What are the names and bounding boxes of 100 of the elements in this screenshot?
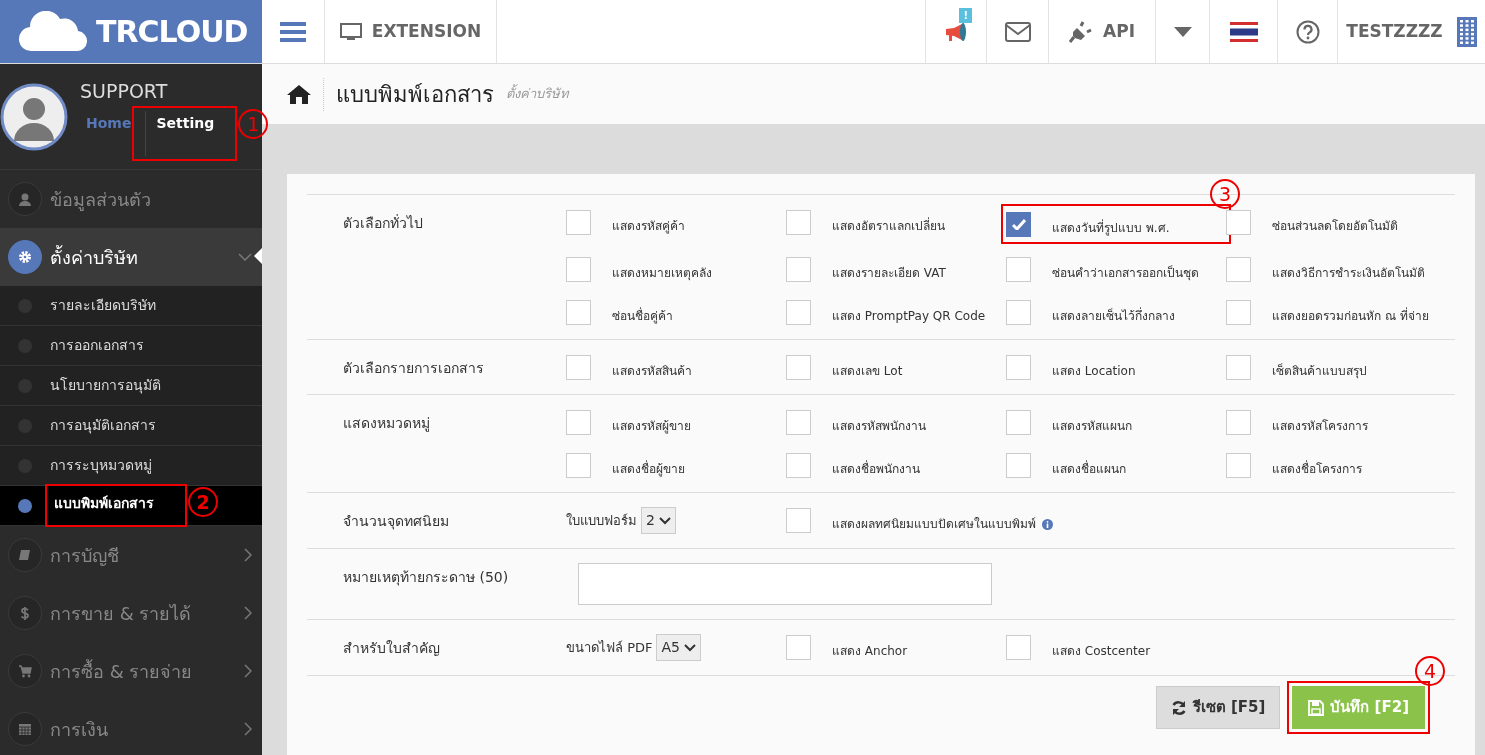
checkbox[interactable] <box>566 299 591 325</box>
checkbox-label: แสดงรายละเอียด VAT <box>832 265 946 282</box>
checkbox-label: แสดงชื่อแผนก <box>1052 460 1126 478</box>
dollar-icon <box>18 606 32 620</box>
checkbox[interactable] <box>566 409 591 435</box>
check-icon <box>1011 218 1026 230</box>
section-label: แสดงหมวดหมู่ <box>342 414 431 434</box>
home-icon <box>287 84 311 104</box>
checkbox-label: แสดงเลข Lot <box>832 363 903 380</box>
checkbox[interactable] <box>1226 409 1251 435</box>
breadcrumb-link[interactable]: Setting <box>145 111 233 157</box>
sidebar-item[interactable]: การขาย & รายได้ <box>0 584 262 642</box>
checkbox[interactable] <box>1006 211 1031 237</box>
floppy-icon <box>1308 699 1325 716</box>
submenu-item[interactable]: แบบพิมพ์เอกสาร 2 <box>0 486 262 526</box>
text-field[interactable] <box>578 563 992 605</box>
chevron-right-icon <box>244 664 252 678</box>
user-menu-button[interactable]: TESTZZZZ <box>1338 0 1485 63</box>
callout-number: 4 <box>1415 656 1445 686</box>
checkbox[interactable] <box>786 452 811 478</box>
checkbox-label: แสดงหมายเหตุคลัง <box>612 265 712 282</box>
checkbox-label: ซ่อนส่วนลดโดยอัตโนมัติ <box>1272 218 1398 235</box>
checkbox[interactable] <box>786 634 811 660</box>
select-label: ใบแบบฟอร์ม <box>566 511 637 530</box>
section-label: ตัวเลือกทั่วไป <box>342 213 424 233</box>
checkbox-label: เซ็ตสินค้าแบบสรุป <box>1272 362 1367 380</box>
checkbox[interactable] <box>1006 299 1031 325</box>
checkbox[interactable] <box>786 299 811 325</box>
notification-badge: ! <box>959 8 972 23</box>
sidebar-item[interactable]: การซื้อ & รายจ่าย <box>0 642 262 700</box>
checkbox[interactable] <box>786 409 811 435</box>
checkbox-label: แสดงรหัสคู่ค้า <box>612 218 685 235</box>
chevron-down-icon <box>238 253 252 261</box>
submenu-item[interactable]: การระบุหมวดหมู่ <box>0 446 262 486</box>
checkbox[interactable] <box>1226 354 1251 380</box>
checkbox-label: แสดงชื่อผู้ขาย <box>612 460 685 478</box>
checkbox[interactable] <box>786 507 811 533</box>
submenu-item[interactable]: รายละเอียดบริษัท <box>0 286 262 326</box>
section-label: หมายเหตุท้ายกระดาษ (50) <box>342 568 510 588</box>
checkbox-label: แสดงอัตราแลกเปลี่ยน <box>832 217 945 235</box>
checkbox[interactable] <box>1226 452 1251 478</box>
sidebar-item[interactable]: การบัญชี <box>0 526 262 584</box>
mail-icon <box>1004 21 1031 42</box>
sidebar-item[interactable]: ตั้งค่าบริษัท <box>0 228 262 286</box>
checkbox[interactable] <box>566 452 591 478</box>
caret-icon <box>658 516 671 525</box>
checkbox[interactable] <box>1226 209 1251 235</box>
submenu-item[interactable]: นโยบายการอนุมัติ <box>0 366 262 406</box>
checkbox[interactable] <box>1006 409 1031 435</box>
checkbox-label: แสดง PromptPay QR Code <box>832 308 986 325</box>
checkbox-label: แสดง Location <box>1052 363 1136 380</box>
extension-button[interactable]: EXTENSION <box>325 0 497 63</box>
checkbox-label: แสดงชื่อโครงการ <box>1272 460 1362 478</box>
checkbox-label: แสดงรหัสสินค้า <box>612 363 692 380</box>
book-icon <box>18 548 32 562</box>
checkbox[interactable] <box>566 256 591 282</box>
section-label: สำหรับใบสำคัญ <box>342 639 441 658</box>
calendar-icon <box>18 722 32 736</box>
checkbox[interactable] <box>1006 354 1031 380</box>
cloud-icon <box>18 10 88 53</box>
checkbox[interactable] <box>1226 256 1251 282</box>
submenu-item[interactable]: การออกเอกสาร <box>0 326 262 366</box>
select-label: ขนาดไฟล์ PDF <box>566 638 653 657</box>
submenu-item[interactable]: การอนุมัติเอกสาร <box>0 406 262 446</box>
checkbox[interactable] <box>566 209 591 235</box>
flag-icon <box>1229 21 1258 42</box>
chevron-right-icon <box>244 548 252 562</box>
checkbox-label: แสดงวันที่รูปแบบ พ.ศ. <box>1052 219 1170 237</box>
checkbox-label: แสดงรหัสแผนก <box>1052 418 1132 435</box>
reset-button[interactable]: รีเซต [F5] <box>1155 686 1281 729</box>
avatar <box>0 82 68 151</box>
tree-dot <box>18 499 32 513</box>
sidebar-item[interactable]: การเงิน <box>0 700 262 755</box>
checkbox-label: แสดงรหัสโครงการ <box>1272 418 1368 435</box>
api-button[interactable]: API <box>1049 0 1156 63</box>
caret-icon <box>1173 26 1192 37</box>
checkbox-label: แสดง Anchor <box>832 643 908 660</box>
callout-number: 2 <box>188 487 218 517</box>
section-label: ตัวเลือกรายการเอกสาร <box>342 359 485 378</box>
checkbox[interactable] <box>1006 256 1031 282</box>
checkbox-label: แสดงลายเซ็นไว้กึ่งกลาง <box>1052 307 1175 325</box>
user-name: SUPPORT <box>80 78 169 104</box>
brand-logo-text: TRCLOUD <box>96 13 248 51</box>
checkbox[interactable] <box>1006 452 1031 478</box>
sidebar-item[interactable]: ข้อมูลส่วนตัว <box>0 170 262 228</box>
checkbox[interactable] <box>786 209 811 235</box>
checkbox-label: แสดง Costcenter <box>1052 643 1151 660</box>
checkbox[interactable] <box>786 354 811 380</box>
menu-label: แบบพิมพ์เอกสาร <box>53 494 155 513</box>
megaphone-icon <box>944 20 968 43</box>
checkbox[interactable] <box>1006 634 1031 660</box>
checkbox[interactable] <box>786 256 811 282</box>
select-field[interactable]: 2 <box>641 507 676 534</box>
checkbox[interactable] <box>1226 299 1251 325</box>
checkbox-label: แสดงรหัสพนักงาน <box>832 418 926 435</box>
checkbox-label: แสดงผลทศนิยมแบบปัดเศษในแบบพิมพ์ <box>832 516 1036 533</box>
checkbox[interactable] <box>566 354 591 380</box>
checkbox-label: ซ่อนคำว่าเอกสารออกเป็นชุด <box>1052 264 1199 282</box>
refresh-icon <box>1170 699 1187 716</box>
select-field[interactable]: A5 <box>656 634 701 661</box>
